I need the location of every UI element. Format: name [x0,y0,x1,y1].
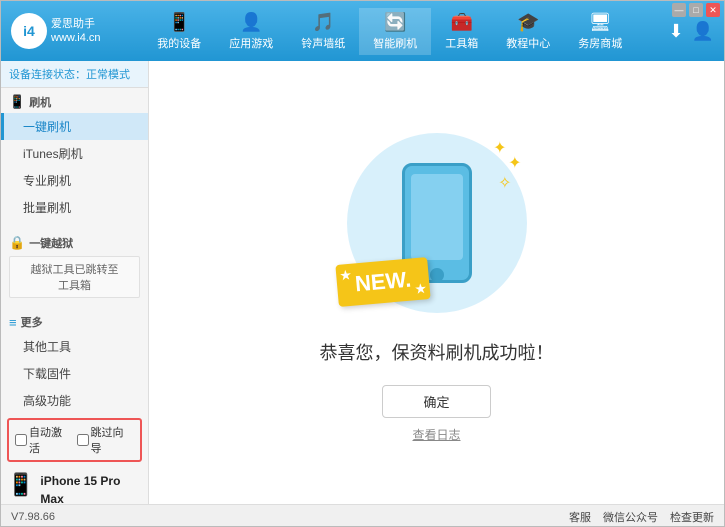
sparkle-3-icon: ✧ [498,173,511,193]
lock-icon: 🔒 [9,235,25,251]
sidebar-section-more: ≡ 更多 [1,308,148,333]
sidebar-item-itunes-flash[interactable]: iTunes刷机 [1,140,148,167]
download-button[interactable]: ⬇ [668,21,683,42]
smart-flash-icon: 🔄 [384,12,406,33]
ringtones-icon: 🎵 [312,12,334,33]
main-content: NEW. ✦ ✦ ✧ 恭喜您，保资料刷机成功啦！ 确定 查看日志 [149,61,724,504]
confirm-button[interactable]: 确定 [382,385,490,418]
app-games-icon: 👤 [240,12,262,33]
more-section-icon: ≡ [9,315,17,330]
sidebar-section-jb: 🔒 一键越狱 [1,229,148,254]
tab-my-device[interactable]: 📱 我的设备 [143,8,215,55]
app-window: — □ ✕ i4 爱思助手 www.i4.cn 📱 我的设备 👤 应用游戏 🎵 … [0,0,725,527]
sparkle-2-icon: ✦ [508,153,521,173]
sidebar-section-flash: 📱 刷机 [1,88,148,113]
phone-screen [411,174,463,260]
view-log-link[interactable]: 查看日志 [412,426,460,443]
sidebar-item-other-tools[interactable]: 其他工具 [1,333,148,360]
maximize-button[interactable]: □ [689,3,703,17]
check-update-link[interactable]: 检查更新 [670,509,714,525]
tab-service[interactable]: 🖥 务房商城 [564,8,636,55]
header-right: ⬇ 👤 [668,21,714,42]
auto-restore-checkbox[interactable] [77,434,89,446]
auto-activate-option[interactable]: 自动激活 [15,424,73,456]
tab-toolbox[interactable]: 🧰 工具箱 [431,8,492,55]
sparkle-1-icon: ✦ [493,138,506,158]
status-bar: V7.98.66 客服 微信公众号 检查更新 [1,504,724,527]
tab-ringtones[interactable]: 🎵 铃声墙纸 [287,8,359,55]
success-text: 恭喜您，保资料刷机成功啦！ [320,339,554,365]
toolbox-icon: 🧰 [451,12,473,33]
device-phone-icon: 📱 [7,472,34,498]
window-controls: — □ ✕ [672,3,720,17]
my-device-icon: 📱 [168,12,190,33]
tab-tutorials[interactable]: 🎓 教程中心 [492,8,564,55]
logo-circle: i4 [11,13,47,49]
sidebar-item-advanced[interactable]: 高级功能 [1,387,148,414]
auto-activate-checkbox[interactable] [15,434,27,446]
flash-section-icon: 📱 [9,94,25,110]
device-info: 📱 iPhone 15 Pro Max 512GB iPhone [7,468,142,504]
service-icon: 🖥 [589,12,612,33]
jailbreak-note: 越狱工具已跳转至工具箱 [9,256,140,298]
tutorials-icon: 🎓 [517,12,539,33]
success-image: NEW. ✦ ✦ ✧ [337,123,537,323]
wechat-link[interactable]: 微信公众号 [603,509,658,525]
sidebar-item-download-firmware[interactable]: 下载固件 [1,360,148,387]
minimize-button[interactable]: — [672,3,686,17]
device-details: iPhone 15 Pro Max 512GB iPhone [40,472,142,504]
customer-service-link[interactable]: 客服 [569,509,591,525]
new-badge: NEW. [335,257,431,307]
user-button[interactable]: 👤 [692,21,714,42]
sidebar-status: 设备连接状态：正常模式 [1,61,148,88]
close-button[interactable]: ✕ [706,3,720,17]
main-layout: 设备连接状态：正常模式 📱 刷机 一键刷机 iTunes刷机 专业刷机 批量刷机 [1,61,724,504]
sidebar: 设备连接状态：正常模式 📱 刷机 一键刷机 iTunes刷机 专业刷机 批量刷机 [1,61,149,504]
sidebar-item-batch-flash[interactable]: 批量刷机 [1,194,148,221]
logo-text: 爱思助手 www.i4.cn [51,17,101,46]
version-label: V7.98.66 [11,511,55,523]
header: i4 爱思助手 www.i4.cn 📱 我的设备 👤 应用游戏 🎵 铃声墙纸 🔄… [1,1,724,61]
status-bar-right: 客服 微信公众号 检查更新 [569,509,714,525]
nav-tabs: 📱 我的设备 👤 应用游戏 🎵 铃声墙纸 🔄 智能刷机 🧰 工具箱 🎓 [121,8,658,55]
sidebar-item-pro-flash[interactable]: 专业刷机 [1,167,148,194]
logo-area: i4 爱思助手 www.i4.cn [11,13,121,49]
phone-home-button [430,268,444,282]
auto-options-group: 自动激活 跳过向导 [7,418,142,462]
tab-app-games[interactable]: 👤 应用游戏 [215,8,287,55]
tab-smart-flash[interactable]: 🔄 智能刷机 [359,8,431,55]
sidebar-item-one-click-flash[interactable]: 一键刷机 [1,113,148,140]
auto-restore-option[interactable]: 跳过向导 [77,424,135,456]
